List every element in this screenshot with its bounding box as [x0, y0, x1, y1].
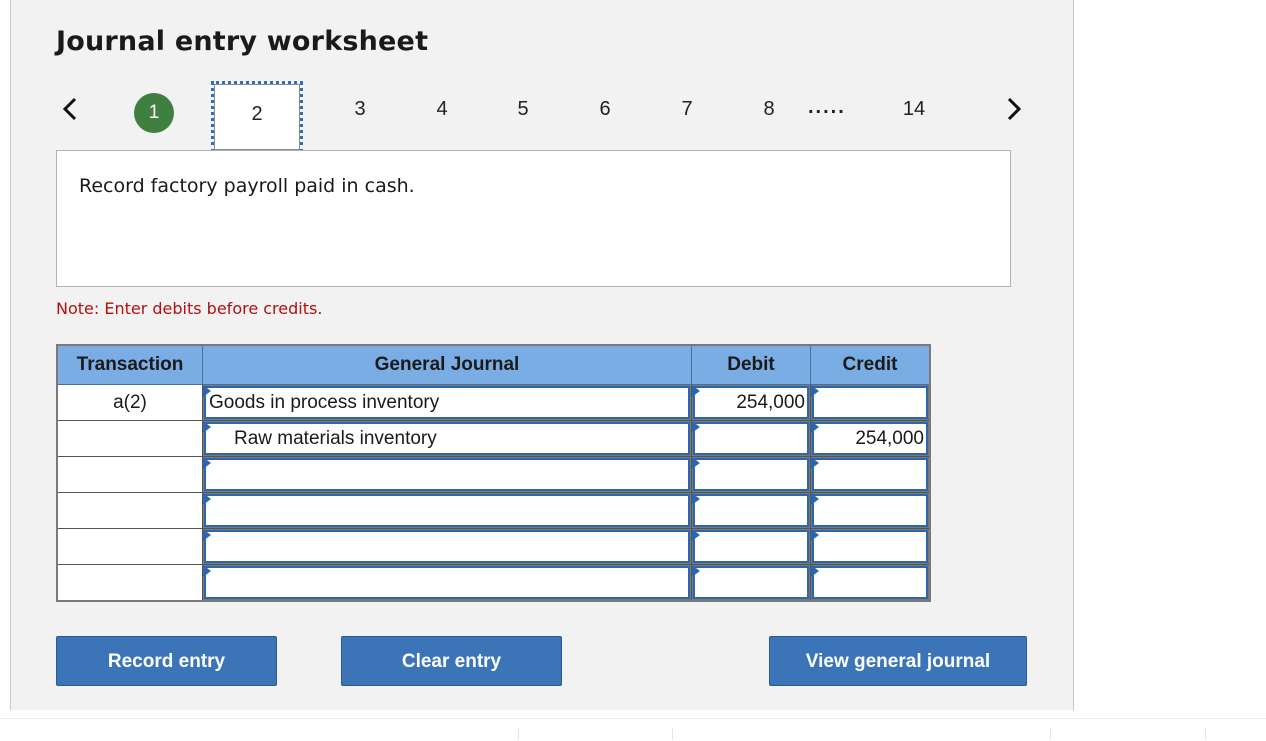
dropdown-flag-icon	[203, 529, 211, 541]
table-row	[56, 564, 931, 602]
chevron-right-icon	[1007, 97, 1022, 121]
input-flag-icon	[692, 385, 700, 397]
page-7[interactable]: 7	[672, 98, 702, 121]
column-header-debit: Debit	[691, 344, 811, 385]
input-flag-icon	[811, 565, 819, 577]
debit-input[interactable]	[693, 566, 809, 599]
input-flag-icon	[692, 457, 700, 469]
page-1-completed[interactable]: 1	[134, 93, 174, 133]
debit-input[interactable]	[693, 530, 809, 563]
page-3[interactable]: 3	[345, 98, 375, 121]
view-general-journal-button[interactable]: View general journal	[769, 636, 1027, 686]
prompt-text: Record factory payroll paid in cash.	[79, 175, 415, 197]
prev-page-button[interactable]	[60, 94, 80, 124]
dropdown-flag-icon	[203, 493, 211, 505]
table-row	[56, 492, 931, 529]
page-4[interactable]: 4	[427, 98, 457, 121]
page-ellipsis: .....	[808, 96, 846, 118]
credit-input[interactable]	[812, 386, 928, 419]
dropdown-flag-icon	[203, 457, 211, 469]
divider	[518, 728, 519, 740]
journal-table: Transaction General Journal Debit Credit…	[56, 344, 931, 602]
table-row: Raw materials inventory 254,000	[56, 420, 931, 457]
table-row: a(2) Goods in process inventory 254,000	[56, 384, 931, 421]
note-text: Note: Enter debits before credits.	[56, 299, 323, 318]
journal-header-row: Transaction General Journal Debit Credit	[56, 344, 931, 385]
table-row	[56, 456, 931, 493]
page-5[interactable]: 5	[508, 98, 538, 121]
column-header-general-journal: General Journal	[202, 344, 692, 385]
next-page-button[interactable]	[1004, 94, 1024, 124]
transaction-cell	[56, 492, 203, 529]
dropdown-flag-icon	[203, 421, 211, 433]
input-flag-icon	[692, 493, 700, 505]
account-input[interactable]: Raw materials inventory	[204, 422, 690, 455]
input-flag-icon	[811, 529, 819, 541]
debit-input[interactable]	[693, 458, 809, 491]
transaction-cell	[56, 420, 203, 457]
input-flag-icon	[692, 529, 700, 541]
account-input[interactable]	[204, 458, 690, 491]
prompt-box: Record factory payroll paid in cash.	[56, 150, 1011, 287]
page-2-current[interactable]: 2	[211, 81, 303, 153]
input-flag-icon	[811, 493, 819, 505]
credit-input[interactable]	[812, 494, 928, 527]
input-flag-icon	[692, 421, 700, 433]
table-row	[56, 528, 931, 565]
bottom-toolbar	[0, 718, 1266, 741]
transaction-cell: a(2)	[56, 384, 203, 421]
page-14[interactable]: 14	[899, 98, 929, 121]
account-input[interactable]	[204, 494, 690, 527]
account-input[interactable]	[204, 530, 690, 563]
input-flag-icon	[811, 385, 819, 397]
divider	[1050, 728, 1051, 740]
clear-entry-button[interactable]: Clear entry	[341, 636, 562, 686]
input-flag-icon	[692, 565, 700, 577]
credit-input[interactable]: 254,000	[812, 422, 928, 455]
dropdown-flag-icon	[203, 385, 211, 397]
dropdown-flag-icon	[203, 565, 211, 577]
input-flag-icon	[811, 421, 819, 433]
worksheet-panel: Journal entry worksheet 1 2 3 4 5 6 7 8 …	[10, 0, 1074, 710]
chevron-left-icon	[62, 97, 77, 121]
divider	[1205, 728, 1206, 740]
debit-input[interactable]	[693, 494, 809, 527]
page-8[interactable]: 8	[754, 98, 784, 121]
credit-input[interactable]	[812, 458, 928, 491]
transaction-cell	[56, 456, 203, 493]
debit-input[interactable]	[693, 422, 809, 455]
page-title: Journal entry worksheet	[56, 26, 429, 57]
credit-input[interactable]	[812, 566, 928, 599]
column-header-credit: Credit	[810, 344, 931, 385]
input-flag-icon	[811, 457, 819, 469]
transaction-cell	[56, 564, 203, 602]
account-input[interactable]: Goods in process inventory	[204, 386, 690, 419]
credit-input[interactable]	[812, 530, 928, 563]
record-entry-button[interactable]: Record entry	[56, 636, 277, 686]
column-header-transaction: Transaction	[56, 344, 203, 385]
debit-input[interactable]: 254,000	[693, 386, 809, 419]
transaction-cell	[56, 528, 203, 565]
account-input[interactable]	[204, 566, 690, 599]
divider	[672, 728, 673, 740]
page-6[interactable]: 6	[590, 98, 620, 121]
